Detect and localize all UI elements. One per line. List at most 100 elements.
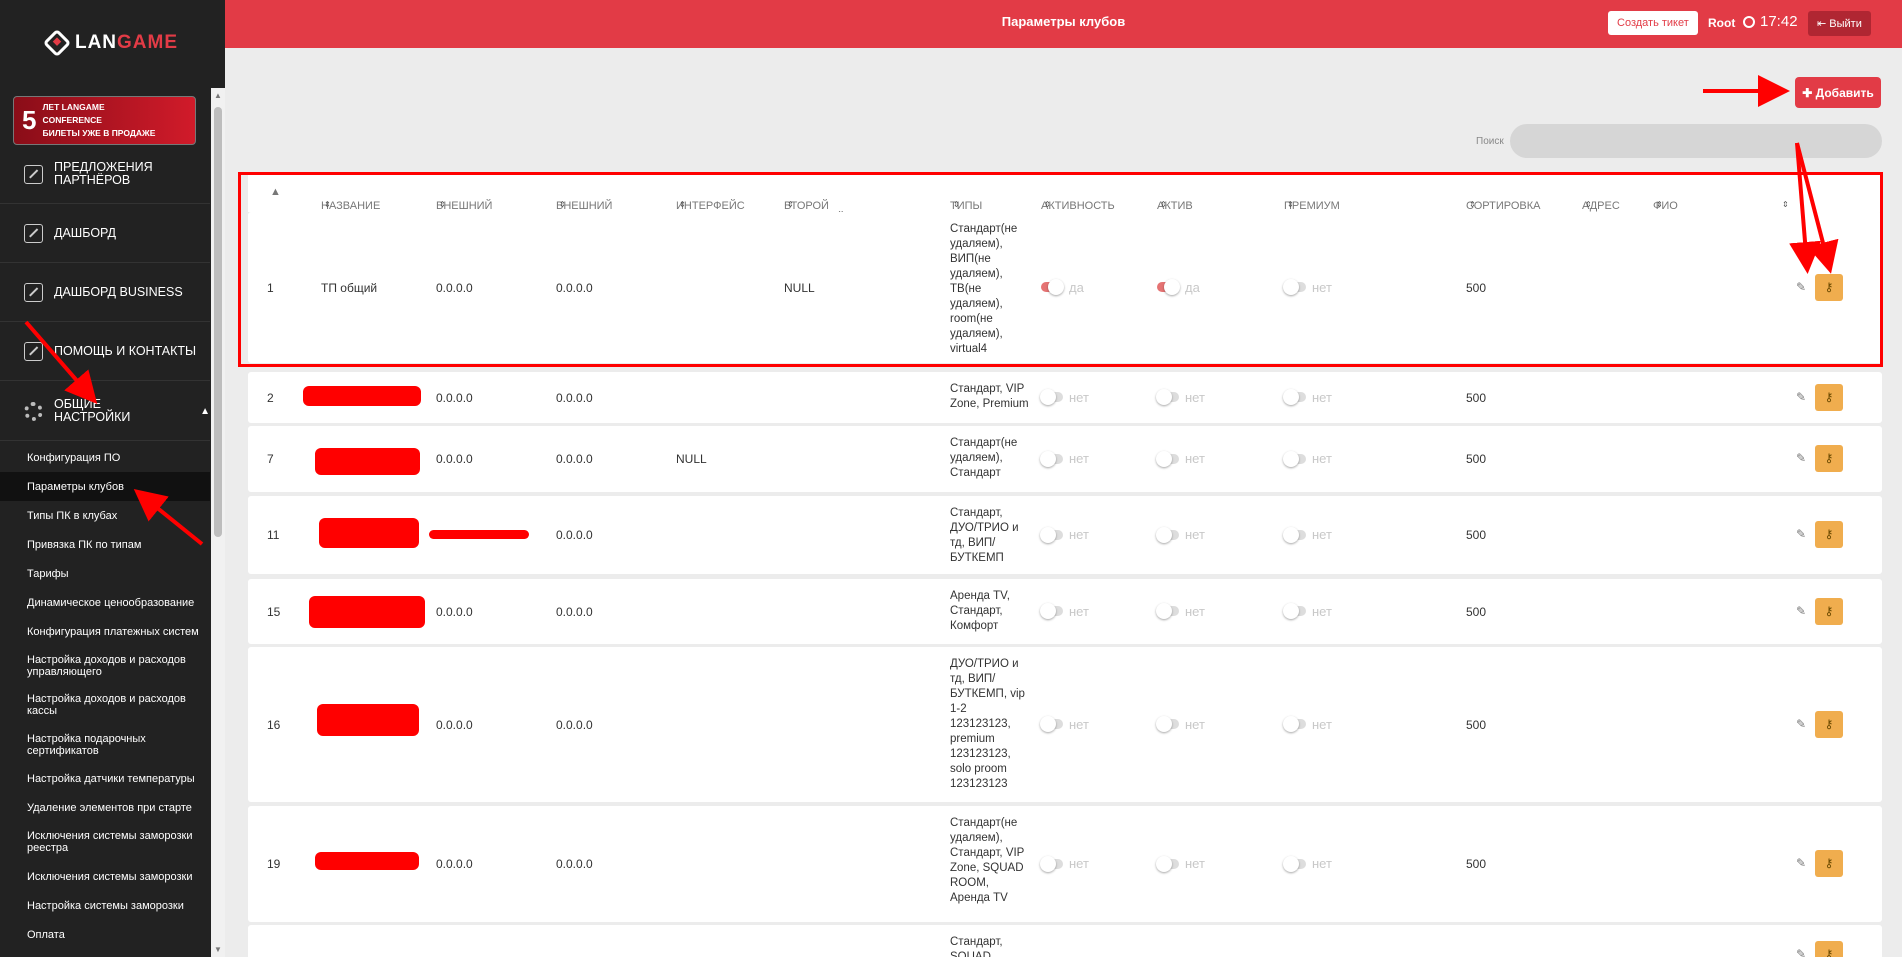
submenu-item[interactable]: Исключения системы заморозки реестра <box>0 823 210 863</box>
logo[interactable]: LANGAME <box>0 0 225 85</box>
toggle-track[interactable] <box>1040 526 1063 543</box>
submenu-item-active[interactable]: Параметры клубов <box>0 472 210 501</box>
toggle-active[interactable]: нет <box>1040 389 1089 405</box>
toggle-track[interactable] <box>1040 450 1063 467</box>
create-ticket-button[interactable]: Создать тикет <box>1608 11 1698 35</box>
toggle-track[interactable] <box>1156 450 1179 467</box>
submenu-item[interactable]: Типы ПК в клубах <box>0 501 210 530</box>
submenu-item[interactable]: Тарифы <box>0 559 210 588</box>
toggle-track[interactable] <box>1156 855 1179 872</box>
submenu-item[interactable]: Настройка доходов и расходов кассы <box>0 686 210 726</box>
scroll-up-icon[interactable]: ▲ <box>214 91 222 100</box>
submenu-item[interactable]: Настройка подарочных сертификатов <box>0 725 210 765</box>
sidebar-item-partners[interactable]: Предложения партнёров <box>0 145 210 204</box>
toggle-active-app[interactable]: нет <box>1156 855 1205 872</box>
edit-icon[interactable]: ✎ <box>1796 280 1806 294</box>
toggle-active[interactable]: нет <box>1040 603 1089 619</box>
sidebar-item-general-settings[interactable]: Общие настройки ▲ <box>0 382 210 441</box>
scroll-down-icon[interactable]: ▼ <box>214 945 222 954</box>
sidebar-item-dashboard-business[interactable]: Дашборд Business <box>0 263 210 322</box>
table-row[interactable]: 7 0.0.0.0 0.0.0.0 NULL 500 Стандарт(не удаляе… <box>248 426 1882 492</box>
toggle-track[interactable] <box>1040 603 1063 619</box>
edit-icon[interactable]: ✎ <box>1796 717 1806 731</box>
cell-interface: NULL <box>676 452 707 466</box>
edit-icon[interactable]: ✎ <box>1796 390 1806 404</box>
toggle-active[interactable]: нет <box>1040 450 1089 467</box>
submenu-item[interactable]: Настройка системы заморозки <box>0 891 210 920</box>
scrollbar-thumb[interactable] <box>214 107 222 537</box>
toggle-track[interactable] <box>1283 389 1306 405</box>
submenu-item[interactable]: Конфигурация ПО <box>0 443 210 472</box>
table-row[interactable]: Стандарт, SQUAD ✎ ⚷ <box>248 925 1882 957</box>
toggle-active-app[interactable]: нет <box>1156 450 1205 467</box>
sort-id-icon[interactable]: ▲ <box>270 186 281 198</box>
edit-icon[interactable]: ✎ <box>1796 527 1806 541</box>
toggle-active[interactable]: да <box>1041 279 1084 295</box>
table-row[interactable]: 16 0.0.0.0 0.0.0.0 500 ДУО/ТРИО и тд, ВИП/ Б… <box>248 647 1882 802</box>
username[interactable]: Root <box>1708 16 1735 30</box>
table-row[interactable]: 19 0.0.0.0 0.0.0.0 500 Стандарт(не удаляем),… <box>248 806 1882 922</box>
submenu-item[interactable]: Динамическое ценообразование <box>0 588 210 617</box>
edit-icon[interactable]: ✎ <box>1796 451 1806 465</box>
submenu-item[interactable]: Оплата <box>0 920 210 949</box>
toggle-premium[interactable]: нет <box>1283 389 1332 405</box>
toggle-track[interactable] <box>1283 603 1306 619</box>
toggle-premium[interactable]: нет <box>1283 716 1332 732</box>
key-button[interactable]: ⚷ <box>1815 850 1843 877</box>
search-input[interactable] <box>1510 124 1882 158</box>
toggle-track[interactable] <box>1283 279 1306 295</box>
key-button[interactable]: ⚷ <box>1815 597 1843 625</box>
toggle-track[interactable] <box>1156 603 1179 619</box>
toggle-active[interactable]: нет <box>1040 855 1089 872</box>
submenu-item[interactable]: Настройка датчики температуры <box>0 765 210 794</box>
toggle-active-app[interactable]: нет <box>1156 389 1205 405</box>
toggle-track[interactable] <box>1040 389 1063 405</box>
key-button[interactable]: ⚷ <box>1815 521 1843 548</box>
sidebar-scrollbar[interactable]: ▲ ▼ <box>211 88 225 957</box>
key-button[interactable]: ⚷ <box>1815 273 1843 301</box>
key-button[interactable]: ⚷ <box>1815 710 1843 738</box>
toggle-track[interactable] <box>1157 279 1180 295</box>
sidebar-item-dashboard[interactable]: Дашборд <box>0 204 210 263</box>
key-button[interactable]: ⚷ <box>1815 383 1843 411</box>
toggle-track[interactable] <box>1283 526 1306 543</box>
toggle-premium[interactable]: нет <box>1283 450 1332 467</box>
submenu-item[interactable]: Настройка доходов и расходов управляющег… <box>0 646 210 686</box>
submenu-item[interactable]: Конфигурация платежных систем <box>0 617 210 646</box>
key-button[interactable]: ⚷ <box>1815 941 1843 957</box>
toggle-active-app[interactable]: да <box>1157 279 1200 295</box>
toggle-track[interactable] <box>1041 279 1064 295</box>
toggle-premium[interactable]: нет <box>1283 603 1332 619</box>
key-button[interactable]: ⚷ <box>1815 445 1843 472</box>
toggle-track[interactable] <box>1156 526 1179 543</box>
toggle-premium[interactable]: нет <box>1283 526 1332 543</box>
promo-banner[interactable]: 5 лет LANGAME conference билеты уже в прод… <box>13 96 196 145</box>
table-row[interactable]: 11 0.0.0.0 500 Стандарт, ДУО/ТРИО и тд, ВИП… <box>248 496 1882 574</box>
edit-icon[interactable]: ✎ <box>1796 947 1806 957</box>
toggle-track[interactable] <box>1156 716 1179 732</box>
table-row[interactable]: 15 0.0.0.0 0.0.0.0 500 Аренда TV, Стандарт, … <box>248 579 1882 644</box>
table-row[interactable]: 1 ТП общий 0.0.0.0 0.0.0.0 NULL 500 Стандарт(н… <box>248 212 1882 363</box>
toggle-active-app[interactable]: нет <box>1156 603 1205 619</box>
toggle-track[interactable] <box>1283 716 1306 732</box>
add-button[interactable]: ✚ Добавить <box>1795 77 1881 108</box>
table-row[interactable]: 2 0.0.0.0 0.0.0.0 500 Стандарт, VIP Zone, Pr… <box>248 372 1882 423</box>
toggle-active-app[interactable]: нет <box>1156 526 1205 543</box>
toggle-premium[interactable]: нет <box>1283 279 1332 295</box>
toggle-track[interactable] <box>1040 716 1063 732</box>
toggle-track[interactable] <box>1283 855 1306 872</box>
toggle-track[interactable] <box>1283 450 1306 467</box>
toggle-active-app[interactable]: нет <box>1156 716 1205 732</box>
sidebar-item-help[interactable]: Помощь и контакты <box>0 322 210 381</box>
edit-icon[interactable]: ✎ <box>1796 604 1806 618</box>
logout-button[interactable]: ⇤ Выйти <box>1808 11 1871 36</box>
edit-icon[interactable]: ✎ <box>1796 856 1806 870</box>
submenu-item[interactable]: Удаление элементов при старте <box>0 794 210 823</box>
submenu-item[interactable]: Исключения системы заморозки <box>0 862 210 891</box>
toggle-track[interactable] <box>1040 855 1063 872</box>
toggle-active[interactable]: нет <box>1040 526 1089 543</box>
toggle-track[interactable] <box>1156 389 1179 405</box>
toggle-premium[interactable]: нет <box>1283 855 1332 872</box>
submenu-item[interactable]: Привязка ПК по типам <box>0 530 210 559</box>
toggle-active[interactable]: нет <box>1040 716 1089 732</box>
